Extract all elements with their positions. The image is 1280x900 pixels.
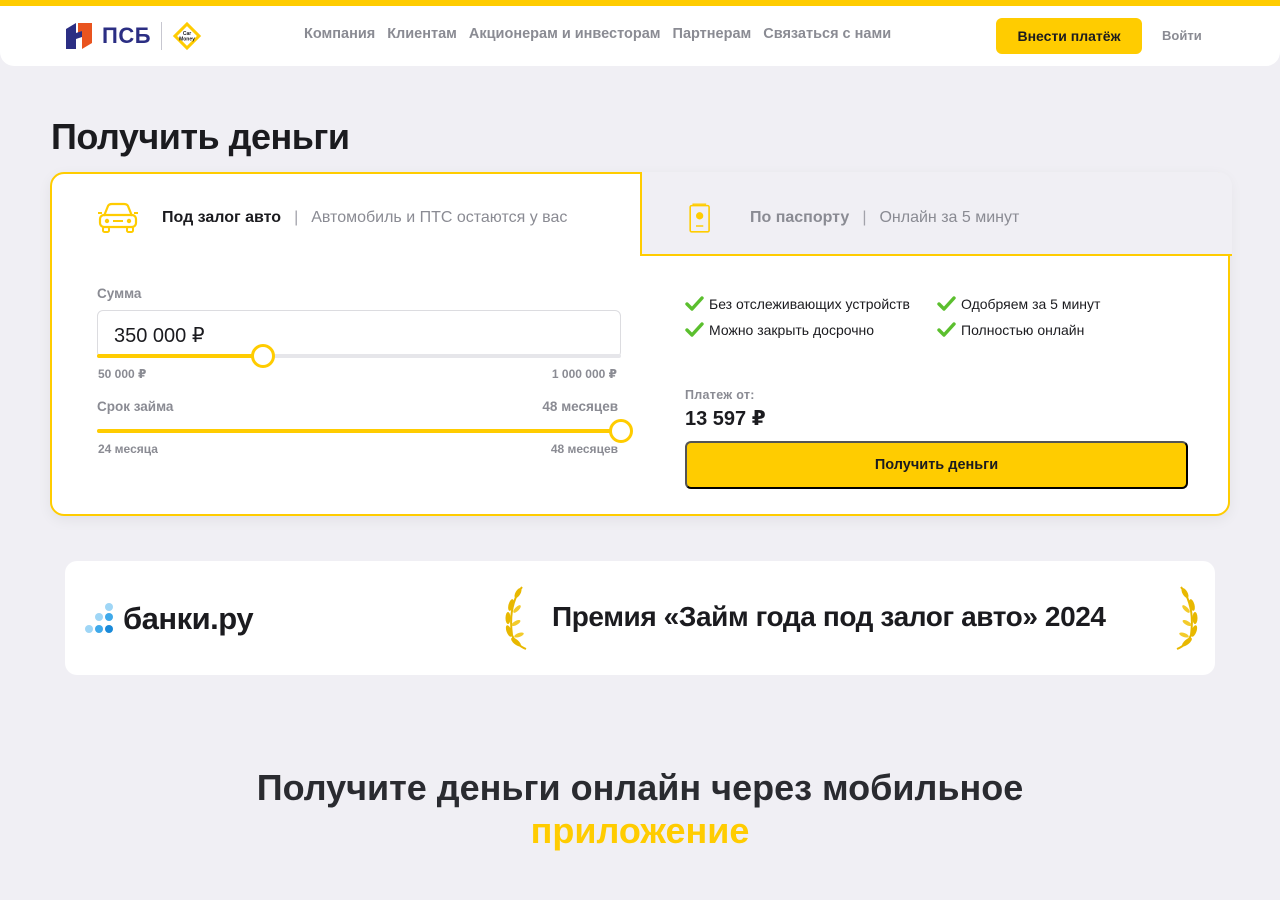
term-slider-handle[interactable]	[609, 419, 633, 443]
feature-item: Без отслеживающих устройств	[685, 296, 910, 312]
check-icon	[685, 296, 704, 311]
tab-separator: |	[862, 209, 867, 226]
tab-separator: |	[294, 209, 299, 226]
login-link[interactable]: Войти	[1162, 28, 1202, 43]
app-promo-line2: приложение	[530, 810, 750, 851]
term-value: 48 месяцев	[542, 399, 618, 414]
nav-item-clients[interactable]: Клиентам	[387, 26, 457, 42]
banki-logo-icon	[85, 603, 113, 633]
amount-slider-fill	[97, 354, 263, 358]
nav-item-partners[interactable]: Партнерам	[673, 26, 752, 42]
nav-item-contact[interactable]: Связаться с нами	[763, 26, 891, 42]
nav-item-company[interactable]: Компания	[304, 26, 375, 42]
tab-passport-subtitle: Онлайн за 5 минут	[879, 209, 1020, 226]
laurel-left-icon	[505, 586, 527, 650]
payment-label: Платеж от:	[685, 388, 755, 402]
banki-logo[interactable]: банки.ру	[80, 601, 254, 637]
logo-divider	[161, 22, 163, 50]
amount-value: 350 000 ₽	[114, 325, 205, 347]
passport-icon	[689, 203, 710, 233]
term-min: 24 месяца	[98, 442, 158, 456]
feature-text: Полностью онлайн	[961, 322, 1085, 338]
tab-passport-title: По паспорту	[750, 209, 850, 226]
tab-car-subtitle: Автомобиль и ПТС остаются у вас	[311, 209, 568, 226]
tab-car-loan[interactable]: Под залог авто | Автомобиль и ПТС остают…	[96, 198, 567, 238]
app-promo-heading: Получите деньги онлайн через мобильное п…	[0, 766, 1280, 852]
tab-car-title: Под залог авто	[162, 209, 282, 226]
term-label: Срок займа	[97, 399, 174, 414]
psb-logo[interactable]: ПСБ Car Money	[64, 20, 202, 52]
feature-item: Одобряем за 5 минут	[937, 296, 1100, 312]
term-slider-track[interactable]	[97, 419, 633, 443]
make-payment-button[interactable]: Внести платёж	[996, 18, 1142, 54]
check-icon	[937, 296, 956, 311]
car-icon	[98, 202, 138, 233]
amount-max: 1 000 000 ₽	[551, 367, 617, 381]
main-nav: Компания Клиентам Акционерам и инвестора…	[304, 26, 891, 42]
award-banner: банки.ру Премия «Займ года под залог авт…	[65, 561, 1215, 675]
amount-label: Сумма	[97, 286, 142, 301]
page-title: Получить деньги	[51, 116, 350, 157]
tab-passport[interactable]: По паспорту | Онлайн за 5 минут	[688, 198, 1019, 238]
svg-text:Money: Money	[179, 37, 195, 43]
amount-min: 50 000 ₽	[98, 367, 147, 381]
feature-item: Полностью онлайн	[937, 322, 1084, 338]
get-money-button[interactable]: Получить деньги	[685, 441, 1188, 489]
check-icon	[937, 322, 956, 337]
logo-text: ПСБ	[102, 23, 152, 48]
banki-brand: банки.ру	[123, 601, 254, 636]
laurel-right-icon	[1176, 586, 1198, 650]
psb-logo-icon	[66, 23, 92, 49]
nav-item-investors[interactable]: Акционерам и инвесторам	[469, 26, 661, 42]
site-header: ПСБ Car Money Компания Клиентам Акционер…	[0, 6, 1280, 66]
amount-slider-track[interactable]	[97, 344, 621, 368]
check-icon	[685, 322, 704, 337]
app-promo-line1: Получите деньги онлайн через мобильное	[256, 767, 1024, 808]
carmoney-logo-icon: Car Money	[172, 21, 202, 51]
term-max: 48 месяцев	[550, 442, 618, 456]
feature-text: Одобряем за 5 минут	[961, 296, 1101, 312]
amount-input[interactable]: 350 000 ₽	[97, 310, 621, 358]
feature-item: Можно закрыть досрочно	[685, 322, 874, 338]
amount-slider-handle[interactable]	[251, 344, 275, 368]
feature-text: Можно закрыть досрочно	[709, 322, 875, 338]
feature-text: Без отслеживающих устройств	[709, 296, 910, 312]
loan-calculator-card: Под залог авто | Автомобиль и ПТС остают…	[50, 172, 1232, 516]
award-title: Премия «Займ года под залог авто» 2024	[552, 601, 1106, 632]
payment-value: 13 597 ₽	[685, 408, 766, 430]
term-slider-fill	[97, 429, 621, 433]
